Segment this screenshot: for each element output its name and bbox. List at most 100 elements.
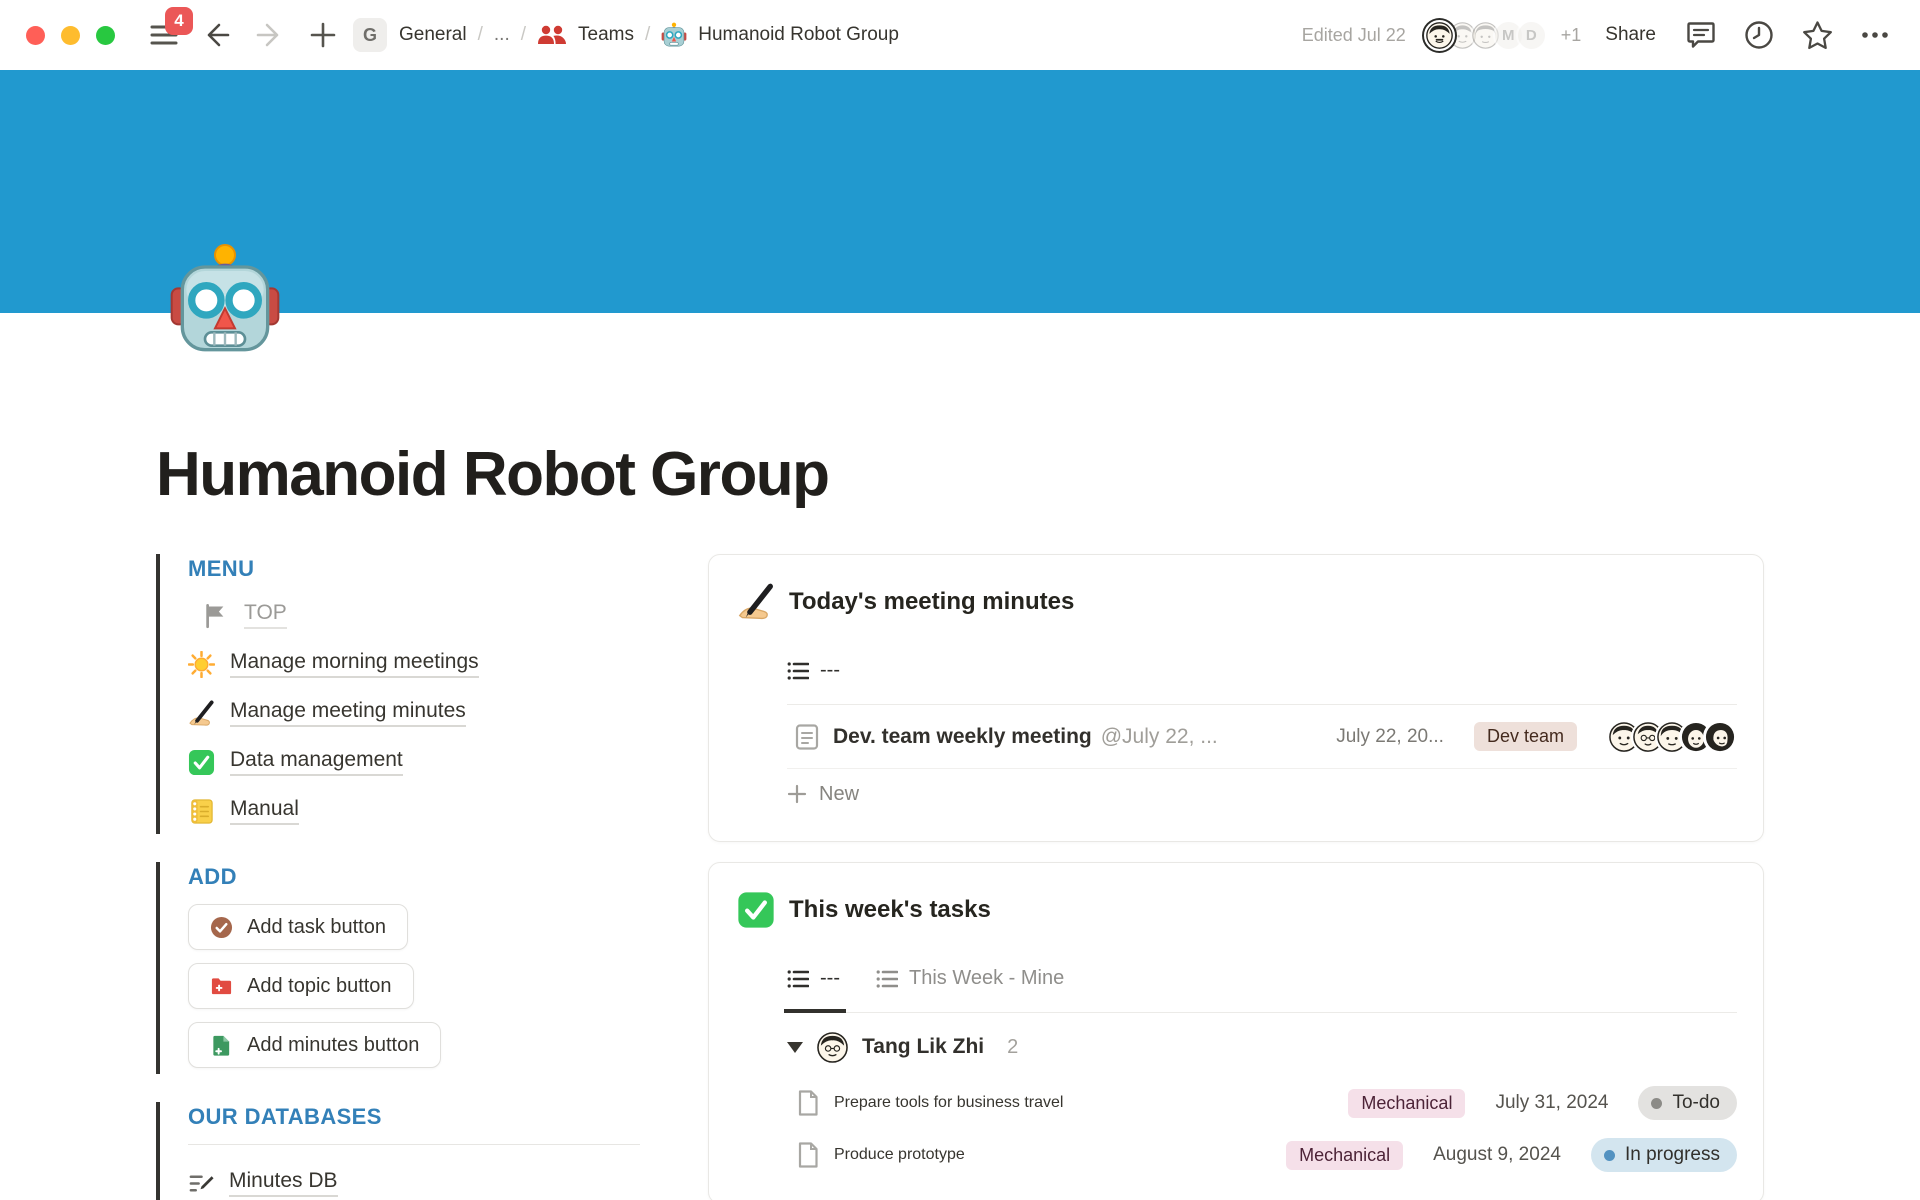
robot-page-icon-small: [661, 22, 687, 48]
add-topic-button[interactable]: Add topic button: [188, 963, 414, 1009]
breadcrumb-teams[interactable]: Teams: [578, 24, 634, 46]
new-tab-button[interactable]: [307, 19, 339, 51]
category-tag: Mechanical: [1348, 1089, 1465, 1118]
meeting-properties: July 22, 20... Dev team: [1336, 720, 1737, 754]
group-task-count: 2: [1007, 1036, 1018, 1059]
breadcrumb-page[interactable]: Humanoid Robot Group: [698, 24, 899, 46]
teams-people-icon: [537, 23, 567, 47]
assignee-group-row[interactable]: Tang Lik Zhi 2: [787, 1017, 1737, 1077]
view-tab-default[interactable]: ---: [787, 945, 840, 1012]
list-view-icon: [787, 660, 809, 682]
status-dot: [1651, 1098, 1662, 1109]
avatar: [1703, 720, 1737, 754]
team-tag: Dev team: [1474, 722, 1577, 751]
breadcrumb-separator: /: [645, 24, 650, 46]
edited-timestamp[interactable]: Edited Jul 22: [1302, 25, 1406, 46]
page-icon: [796, 1142, 820, 1168]
window-toolbar: 4 G General / ... / Teams /: [0, 0, 1920, 70]
zoom-window-button[interactable]: [96, 26, 115, 45]
category-tag: Mechanical: [1286, 1141, 1403, 1170]
menu-link-morning-meetings[interactable]: Manage morning meetings: [188, 647, 640, 681]
updates-badge[interactable]: 4: [165, 7, 193, 35]
task-row[interactable]: Produce prototype Mechanical August 9, 2…: [787, 1129, 1737, 1181]
breadcrumb-separator: /: [521, 24, 526, 46]
attendee-avatars: [1607, 720, 1737, 754]
new-button-label: New: [819, 783, 859, 806]
add-heading: ADD: [188, 864, 640, 890]
meeting-minutes-card-header: Today's meeting minutes: [735, 581, 1737, 623]
avatar-letter-d[interactable]: D: [1516, 20, 1547, 51]
menu-link-manual[interactable]: Manual: [188, 794, 640, 828]
weekly-tasks-card-header: This week's tasks: [735, 889, 1737, 931]
meeting-date-mention: @July 22, ...: [1101, 725, 1218, 749]
robot-page-icon[interactable]: [169, 243, 281, 355]
collapse-triangle-icon[interactable]: [787, 1042, 803, 1053]
view-tab-label: This Week - Mine: [909, 967, 1064, 990]
menu-link-meeting-minutes[interactable]: Manage meeting minutes: [188, 696, 640, 730]
add-task-label: Add task button: [247, 916, 386, 939]
breadcrumb: General / ... / Teams /: [399, 22, 899, 48]
card-title[interactable]: This week's tasks: [789, 896, 991, 924]
menu-link-data-management[interactable]: Data management: [188, 745, 640, 779]
task-properties: Mechanical August 9, 2024 In progress: [1286, 1138, 1737, 1172]
share-button[interactable]: Share: [1605, 24, 1656, 46]
minutes-db-link[interactable]: Minutes DB: [188, 1169, 640, 1197]
view-tab-this-week-mine[interactable]: This Week - Mine: [876, 945, 1064, 1012]
add-minutes-label: Add minutes button: [247, 1034, 419, 1057]
view-tab-default[interactable]: ---: [787, 637, 840, 704]
status-label: In progress: [1625, 1144, 1720, 1166]
sidebar-toggle-button[interactable]: 4: [145, 13, 185, 57]
two-column-layout: MENU TOP: [156, 554, 1764, 1200]
breadcrumb-separator: /: [478, 24, 483, 46]
view-tab-label: ---: [820, 967, 840, 990]
presence-overflow-count[interactable]: +1: [1561, 25, 1582, 46]
add-minutes-button[interactable]: Add minutes button: [188, 1022, 441, 1068]
meeting-minutes-card: Today's meeting minutes ---: [708, 554, 1764, 842]
add-task-button[interactable]: Add task button: [188, 904, 408, 950]
favorite-button[interactable]: [1800, 18, 1834, 52]
forward-arrow-icon: [255, 20, 285, 50]
back-button[interactable]: [199, 18, 233, 52]
presence-avatars: M D: [1424, 20, 1547, 51]
clock-icon: [1743, 19, 1775, 51]
status-badge: To-do: [1638, 1086, 1737, 1120]
assignee-avatar: [817, 1032, 848, 1063]
star-icon: [1801, 19, 1834, 52]
history-button[interactable]: [1742, 18, 1776, 52]
green-check-icon: [188, 749, 215, 776]
close-window-button[interactable]: [26, 26, 45, 45]
view-tabs: ---: [787, 637, 1737, 705]
breadcrumb-root[interactable]: General: [399, 24, 467, 46]
weekly-tasks-card: This week's tasks ---: [708, 862, 1764, 1200]
green-file-plus-icon: [210, 1034, 233, 1057]
menu-link-label: Data management: [230, 748, 403, 776]
green-check-icon: [737, 891, 775, 929]
page-content: Humanoid Robot Group MENU TOP: [0, 243, 1920, 1200]
menu-link-label: Manage morning meetings: [230, 650, 479, 678]
new-meeting-button[interactable]: New: [787, 769, 1737, 819]
minimize-window-button[interactable]: [61, 26, 80, 45]
ellipsis-icon: [1858, 18, 1892, 52]
task-row[interactable]: Prepare tools for business travel Mechan…: [787, 1077, 1737, 1129]
menu-link-top[interactable]: TOP: [202, 598, 640, 632]
left-column: MENU TOP: [156, 554, 640, 1200]
more-options-button[interactable]: [1858, 18, 1892, 52]
writing-hand-icon: [737, 583, 775, 621]
traffic-lights: [26, 26, 115, 45]
avatar[interactable]: [1424, 20, 1455, 51]
ledger-icon: [188, 798, 215, 825]
workspace-badge[interactable]: G: [353, 18, 387, 52]
add-section: ADD Add task button Ad: [156, 862, 640, 1074]
brown-circle-check-icon: [210, 916, 233, 939]
page-title[interactable]: Humanoid Robot Group: [156, 439, 1764, 510]
status-badge: In progress: [1591, 1138, 1737, 1172]
menu-link-label: TOP: [244, 601, 287, 629]
card-title[interactable]: Today's meeting minutes: [789, 588, 1074, 616]
comments-button[interactable]: [1684, 18, 1718, 52]
sun-icon: [188, 651, 215, 678]
meeting-row[interactable]: Dev. team weekly meeting @July 22, ... J…: [787, 705, 1737, 769]
flag-icon: [202, 602, 229, 629]
forward-button[interactable]: [253, 18, 287, 52]
breadcrumb-ellipsis[interactable]: ...: [494, 24, 510, 46]
minutes-db-label: Minutes DB: [229, 1169, 338, 1197]
